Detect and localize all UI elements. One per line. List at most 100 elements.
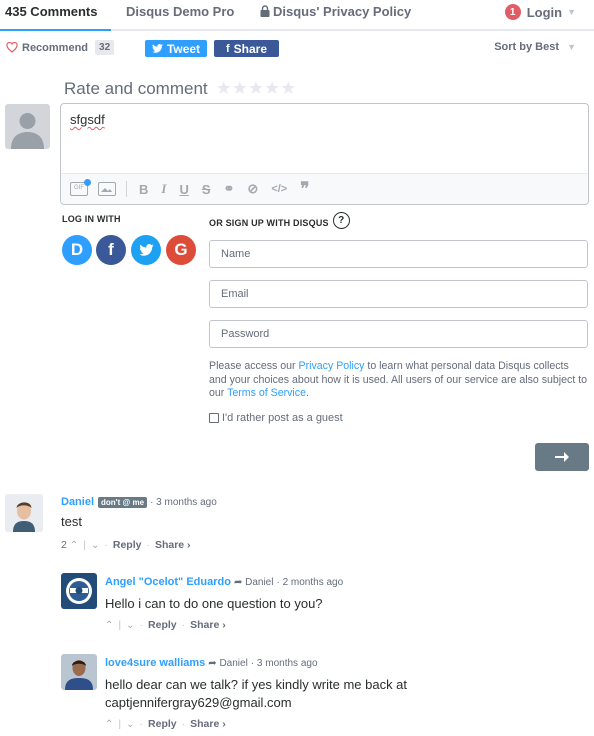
downvote-icon[interactable]: ⌄ <box>91 540 99 551</box>
chevron-down-icon: ▼ <box>567 7 576 17</box>
active-tab-underline <box>0 29 111 31</box>
user-photo <box>61 654 97 690</box>
avatar[interactable] <box>61 654 97 690</box>
tab-comments[interactable]: 435 Comments <box>5 4 97 19</box>
avatar <box>5 104 50 149</box>
privacy-policy-link[interactable]: Privacy Policy <box>299 360 365 372</box>
avatar[interactable] <box>5 494 43 532</box>
tweet-button[interactable]: Tweet <box>145 40 207 57</box>
comment-time[interactable]: · 3 months ago <box>251 658 318 669</box>
share-label: Share <box>233 41 268 56</box>
comment-time[interactable]: · 2 months ago <box>276 577 343 588</box>
comment-body-line-1: hello dear can we talk? if yes kindly wr… <box>105 677 408 692</box>
spoiler-icon[interactable]: ⊘ <box>247 181 258 197</box>
lock-icon <box>260 5 270 17</box>
quote-icon[interactable]: ❞ <box>300 179 309 199</box>
gif-icon[interactable]: GIF <box>70 179 91 196</box>
comment-editor[interactable]: sfgsdf GIF B I U S ⚭ ⊘ </> ❞ <box>60 103 589 205</box>
rate-title: Rate and comment <box>64 78 208 98</box>
comment-author[interactable]: Angel "Ocelot" Eduardo ➦ Daniel · 2 mont… <box>105 576 343 588</box>
action-toolbar: Recommend 32 Tweet f Share Sort by Best … <box>0 40 594 60</box>
dot-separator: · <box>181 619 186 631</box>
rate-and-comment: Rate and comment ★★★★★ <box>64 78 296 99</box>
share-button[interactable]: Share › <box>190 718 226 730</box>
facebook-icon: f <box>225 42 230 55</box>
reply-button[interactable]: Reply <box>113 539 142 551</box>
notification-badge[interactable]: 1 <box>504 4 521 20</box>
comment-time[interactable]: · 3 months ago <box>150 497 217 508</box>
toolbar-divider <box>126 181 127 197</box>
signup-label: OR SIGN UP WITH DISQUS <box>209 217 329 228</box>
vote-count: 2 <box>61 539 67 551</box>
password-field[interactable] <box>209 320 588 348</box>
in-reply-to[interactable]: ➦ Daniel <box>234 577 274 588</box>
reply-button[interactable]: Reply <box>148 619 177 631</box>
privacy-notice: Please access our Privacy Policy to lear… <box>209 360 589 401</box>
avatar[interactable] <box>61 573 97 609</box>
facebook-share-button[interactable]: f Share <box>214 40 279 57</box>
strikethrough-icon[interactable]: S <box>202 182 211 197</box>
login-label[interactable]: Login <box>527 5 562 20</box>
comment-actions: ⌃ | ⌄ · Reply · Share › <box>105 718 226 730</box>
reply-button[interactable]: Reply <box>148 718 177 730</box>
arrow-right-icon <box>555 452 569 462</box>
chevron-down-icon: ▼ <box>567 42 576 52</box>
submit-button[interactable] <box>535 443 589 471</box>
email-field[interactable] <box>209 280 588 308</box>
image-icon[interactable] <box>98 182 116 196</box>
share-button[interactable]: Share › <box>155 539 191 551</box>
sort-dropdown[interactable]: Sort by Best ▼ <box>494 41 576 53</box>
upvote-icon[interactable]: ⌃ <box>105 620 113 631</box>
recommend-button[interactable]: Recommend 32 <box>6 40 115 55</box>
privacy-text-pre: Please access our <box>209 360 299 372</box>
tab-community[interactable]: Disqus Demo Pro <box>126 4 234 19</box>
dot-separator: · <box>139 619 144 631</box>
author-name[interactable]: love4sure walliams <box>105 657 205 669</box>
bold-icon[interactable]: B <box>139 182 148 197</box>
dot-separator: · <box>104 539 108 551</box>
sort-label: Sort by Best <box>494 41 560 53</box>
link-icon[interactable]: ⚭ <box>224 181 235 197</box>
twitter-icon <box>152 44 163 53</box>
comment-body: test <box>61 514 82 529</box>
terms-of-service-link[interactable]: Terms of Service <box>227 387 306 399</box>
help-icon[interactable]: ? <box>332 212 350 229</box>
star-rating[interactable]: ★★★★★ <box>216 78 297 99</box>
guest-option[interactable]: I'd rather post as a guest <box>209 412 343 424</box>
privacy-tab-label: Disqus' Privacy Policy <box>273 4 412 19</box>
upvote-icon[interactable]: ⌃ <box>70 540 78 551</box>
comment-author[interactable]: Daniel don't @ me · 3 months ago <box>61 496 217 508</box>
editor-toolbar: GIF B I U S ⚭ ⊘ </> ❞ <box>61 173 588 204</box>
share-button[interactable]: Share › <box>190 619 226 631</box>
recommend-count: 32 <box>95 40 115 55</box>
author-name[interactable]: Daniel <box>61 496 94 508</box>
downvote-icon[interactable]: ⌄ <box>126 719 134 730</box>
italic-icon[interactable]: I <box>161 181 166 197</box>
twitter-login-icon[interactable] <box>131 235 161 265</box>
privacy-text-post: . <box>305 387 309 399</box>
author-name[interactable]: Angel "Ocelot" Eduardo <box>105 576 231 588</box>
comment-text[interactable]: sfgsdf <box>70 112 105 127</box>
downvote-icon[interactable]: ⌄ <box>126 620 134 631</box>
guest-label[interactable]: I'd rather post as a guest <box>222 412 343 424</box>
in-reply-to[interactable]: ➦ Daniel <box>208 658 248 669</box>
upvote-icon[interactable]: ⌃ <box>105 719 113 730</box>
disqus-login-icon[interactable]: D <box>62 235 92 265</box>
tab-privacy-policy[interactable]: Disqus' Privacy Policy <box>260 4 411 19</box>
user-photo <box>61 573 97 609</box>
comment-author[interactable]: love4sure walliams ➦ Daniel · 3 months a… <box>105 657 318 669</box>
guest-checkbox[interactable] <box>209 413 219 423</box>
user-photo <box>5 494 43 532</box>
user-badge: don't @ me <box>98 496 148 508</box>
underline-icon[interactable]: U <box>179 182 188 197</box>
code-icon[interactable]: </> <box>271 183 287 195</box>
google-login-icon[interactable]: G <box>166 235 196 265</box>
comment-actions: ⌃ | ⌄ · Reply · Share › <box>105 619 226 631</box>
login-menu[interactable]: 1 Login ▼ <box>504 4 576 20</box>
vote-divider: | <box>83 539 86 551</box>
name-field[interactable] <box>209 240 588 268</box>
tweet-label: Tweet <box>166 41 201 56</box>
vote-divider: | <box>118 718 122 730</box>
facebook-login-icon[interactable]: f <box>96 235 126 265</box>
comment-body-line-2: captjennifergray629@gmail.com <box>105 695 292 710</box>
